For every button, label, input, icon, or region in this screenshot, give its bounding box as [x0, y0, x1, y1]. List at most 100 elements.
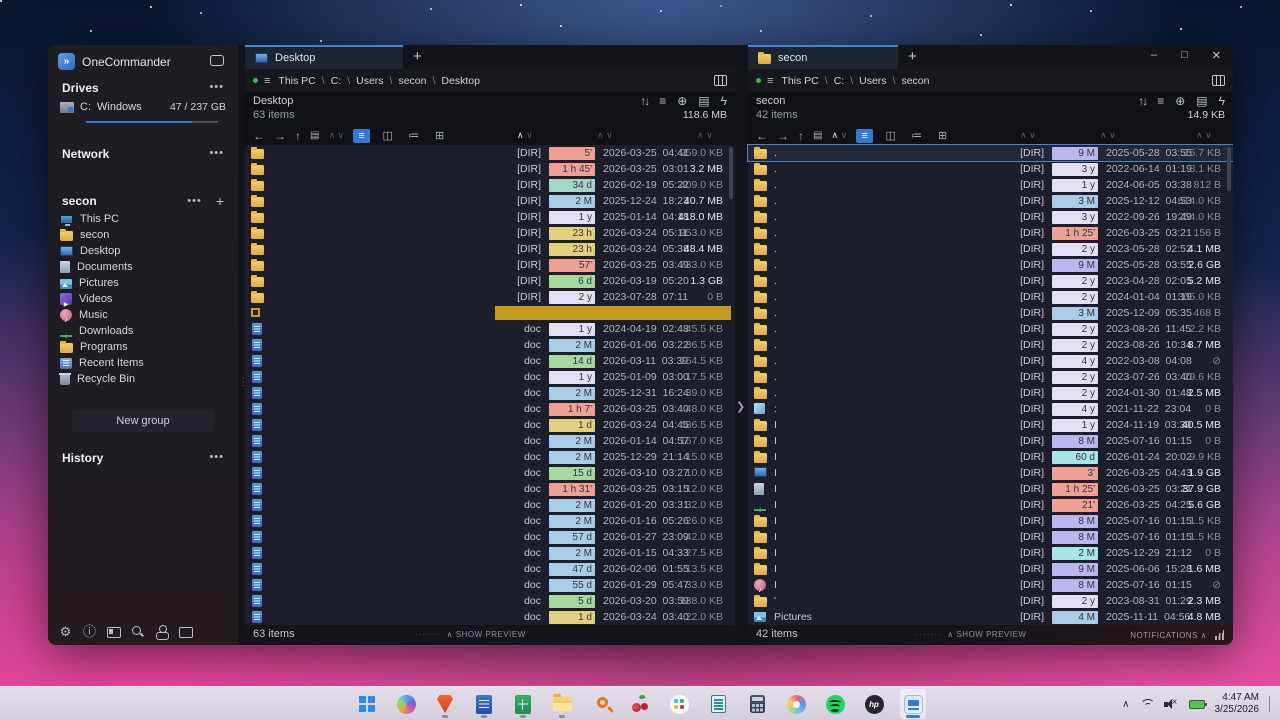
file-row[interactable]: doc 2 M 2025-12-31 16:24 39.0 KB	[245, 385, 735, 401]
sort-icon[interactable]: ↑↓	[1138, 94, 1146, 108]
taskbar-search-icon[interactable]	[588, 689, 614, 719]
file-row[interactable]: I [DIR] 21' 2026-03-25 04:25 5.6 GB	[748, 497, 1233, 513]
file-row[interactable]: I [DIR] 8 M 2025-07-16 01:15 0 B	[748, 433, 1233, 449]
file-row[interactable]: doc 2 M 2026-01-16 05:26 26.0 KB	[245, 513, 735, 529]
sidebar-item-programs[interactable]: Programs	[60, 339, 230, 355]
file-row[interactable]: . [DIR] 2 y 2024-01-30 01:48 2.5 MB	[748, 385, 1233, 401]
sort-date-carets[interactable]: ∧ ∨	[597, 130, 613, 141]
taskbar-explorer-icon[interactable]	[549, 689, 575, 719]
file-row[interactable]: . [DIR] 2 y 2023-07-26 03:40 29.6 KB	[748, 369, 1233, 385]
sidebar-item-videos[interactable]: Videos	[60, 291, 230, 307]
file-row[interactable]: . [DIR] 3 y 2022-09-26 19:49 254.0 KB	[748, 209, 1233, 225]
file-row[interactable]: [DIR] 1 h 45' 2026-03-25 03:01 3.2 MB	[245, 161, 735, 177]
file-row[interactable]: I [DIR] 3' 2026-03-25 04:43 1.9 GB	[748, 465, 1233, 481]
actions-icon[interactable]: ϟ	[721, 94, 727, 108]
file-row[interactable]: [DIR] 1 y 2025-01-14 04:18 418.0 MB	[245, 209, 735, 225]
activity-chart-icon[interactable]	[1215, 630, 1227, 640]
sidebar-item-recent-items[interactable]: Recent Items	[60, 355, 230, 371]
scrollbar[interactable]	[729, 147, 733, 199]
volume-muted-icon[interactable]	[1164, 699, 1179, 710]
file-row[interactable]: doc 1 y 2025-01-09 03:00 17.5 KB	[245, 369, 735, 385]
filter-icon[interactable]: ≡	[659, 94, 666, 108]
new-tab-button[interactable]: +	[413, 48, 422, 65]
view-grid-button[interactable]: ⊞	[431, 129, 448, 143]
minimize-button[interactable]: –	[1151, 49, 1157, 62]
view-list-button[interactable]: ≡	[856, 129, 873, 143]
collapse-button[interactable]: ∧ ∨	[328, 130, 344, 141]
file-row[interactable]: doc 2 M 2026-01-14 04:57 167.0 KB	[245, 433, 735, 449]
collapse-button[interactable]: ∧ ∨	[831, 130, 847, 141]
up-button[interactable]: ↑	[798, 129, 804, 143]
file-row[interactable]: [DIR] 34 d 2026-02-19 05:22 409.0 KB	[245, 177, 735, 193]
back-button[interactable]: ←	[756, 129, 768, 143]
forward-button[interactable]: →	[274, 129, 286, 143]
filter-icon[interactable]: ≡	[1157, 94, 1164, 108]
show-preview-toggle[interactable]: ·······∧ SHOW PREVIEW	[415, 630, 526, 639]
file-row[interactable]: ' [DIR] 2 y 2023-08-31 01:29 2.3 MB	[748, 593, 1233, 609]
wifi-icon[interactable]	[1140, 699, 1154, 710]
file-row[interactable]	[245, 305, 735, 321]
sidebar-item-recycle-bin[interactable]: Recycle Bin	[60, 371, 230, 387]
sort-size-carets[interactable]: ∧ ∨	[697, 130, 713, 141]
tab-secon[interactable]: secon	[748, 45, 898, 69]
preview-expand-chevron[interactable]: ❯	[736, 400, 745, 413]
network-menu-button[interactable]: •••	[209, 147, 224, 161]
info-icon[interactable]: ⓘ	[82, 624, 97, 639]
file-row[interactable]: doc 1 h 31' 2026-03-25 03:15 12.0 KB	[245, 481, 735, 497]
file-row[interactable]: doc 1 y 2024-04-19 02:48 45.5 KB	[245, 321, 735, 337]
breadcrumb-segment[interactable]: This PC	[781, 75, 818, 87]
window-layout-icon[interactable]	[178, 624, 193, 639]
file-row[interactable]: . [DIR] 2 y 2023-04-28 02:05 5.2 MB	[748, 273, 1233, 289]
actions-icon[interactable]: ϟ	[1219, 94, 1225, 108]
battery-icon[interactable]	[1189, 700, 1205, 709]
view-grid-button[interactable]: ⊞	[934, 129, 951, 143]
file-row[interactable]: . [DIR] 2 y 2024-01-04 01:19 305.0 KB	[748, 289, 1233, 305]
breadcrumb-segment[interactable]: This PC	[278, 75, 315, 87]
drive-row[interactable]: C: Windows 47 / 237 GB	[60, 101, 226, 113]
new-group-button[interactable]: New group	[72, 410, 214, 432]
history-menu-button[interactable]: •••	[209, 451, 224, 465]
file-row[interactable]: . [DIR] 2 y 2023-05-28 02:52 4.1 MB	[748, 241, 1233, 257]
breadcrumb-segment[interactable]: Desktop	[441, 75, 480, 87]
menu-icon[interactable]: ≡	[767, 75, 773, 87]
file-row[interactable]: doc 5 d 2026-03-20 03:59 138.0 KB	[245, 593, 735, 609]
add-icon[interactable]: ⊕	[1175, 94, 1185, 108]
taskbar-onecommander-icon[interactable]	[900, 689, 926, 719]
paste-button[interactable]: ▤	[813, 130, 822, 141]
file-row[interactable]: doc 2 M 2026-01-20 03:31 32.0 KB	[245, 497, 735, 513]
taskbar-notes-icon[interactable]	[705, 689, 731, 719]
close-button[interactable]: ✕	[1212, 49, 1221, 62]
file-row[interactable]: doc 2 M 2026-01-06 03:22 36.5 KB	[245, 337, 735, 353]
file-row[interactable]: I [DIR] 2 M 2025-12-29 21:12 0 B	[748, 545, 1233, 561]
file-row[interactable]: I [DIR] 1 h 25' 2026-03-25 03:21 37.9 GB	[748, 481, 1233, 497]
file-row[interactable]: . [DIR] 2 y 2023-08-26 10:34 8.7 MB	[748, 337, 1233, 353]
sidebar-item-this-pc[interactable]: This PC	[60, 211, 230, 227]
paste-button[interactable]: ▤	[310, 130, 319, 141]
view-tree-button[interactable]: ≔	[405, 129, 422, 143]
file-row[interactable]: . [DIR] 3 y 2022-06-14 01:19 8.1 KB	[748, 161, 1233, 177]
maximize-button[interactable]: □	[1181, 49, 1188, 62]
view-list-button[interactable]: ≡	[353, 129, 370, 143]
breadcrumb-segment[interactable]: C:	[331, 75, 342, 87]
breadcrumb-segment[interactable]: secon	[398, 75, 426, 87]
file-row[interactable]: [DIR] 57' 2026-03-25 03:49 733.0 KB	[245, 257, 735, 273]
taskbar-hp-icon[interactable]: hp	[861, 689, 887, 719]
file-row[interactable]: . [DIR] 9 M 2025-05-28 03:55 2.6 GB	[748, 257, 1233, 273]
file-row[interactable]: doc 47 d 2026-02-06 01:55 13.5 KB	[245, 561, 735, 577]
file-row[interactable]: . [DIR] 3 M 2025-12-09 05:35 468 B	[748, 305, 1233, 321]
tab-desktop[interactable]: Desktop	[245, 45, 403, 69]
back-button[interactable]: ←	[253, 129, 265, 143]
file-row[interactable]: doc 57 d 2026-01-27 23:09 42.0 KB	[245, 529, 735, 545]
file-row[interactable]: . [DIR] 2 y 2023-08-26 11:45 2.2 KB	[748, 321, 1233, 337]
file-row[interactable]: . [DIR] 1 y 2024-06-05 03:38 812 B	[748, 177, 1233, 193]
clipboard-icon[interactable]: ▤	[1196, 94, 1207, 108]
card-view-icon[interactable]	[106, 624, 121, 639]
scrollbar[interactable]	[1227, 147, 1231, 191]
view-columns-button[interactable]: ◫	[379, 129, 396, 143]
file-row[interactable]: I [DIR] 8 M 2025-07-16 01:15 1.5 KB	[748, 529, 1233, 545]
breadcrumb-segment[interactable]: Users	[859, 75, 886, 87]
sidebar-item-secon[interactable]: secon	[60, 227, 230, 243]
file-row[interactable]: [DIR] 5' 2026-03-25 04:41 959.0 KB	[245, 145, 735, 161]
file-row[interactable]: doc 14 d 2026-03-11 03:39 154.5 KB	[245, 353, 735, 369]
breadcrumb-segment[interactable]: C:	[834, 75, 845, 87]
